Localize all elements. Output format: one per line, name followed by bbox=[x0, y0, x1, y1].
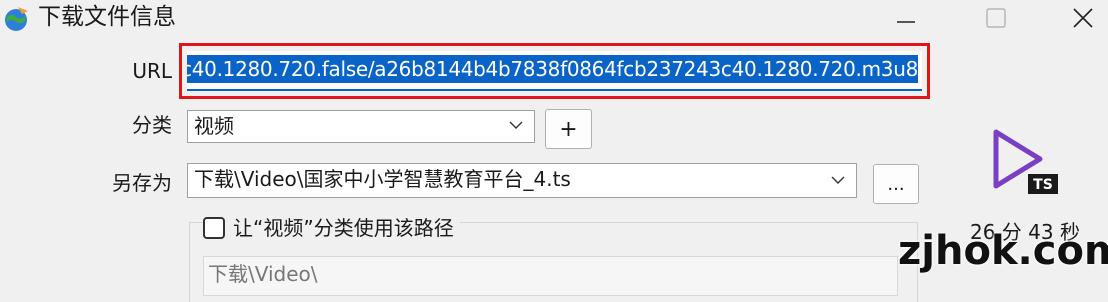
category-path-input: 下载\Video\ bbox=[203, 256, 898, 296]
window-title: 下载文件信息 bbox=[38, 4, 176, 30]
use-path-checkbox-label: 让“视频”分类使用该路径 bbox=[233, 216, 454, 240]
url-label: URL bbox=[132, 59, 172, 83]
use-path-checkbox-row[interactable]: 让“视频”分类使用该路径 bbox=[203, 214, 460, 242]
category-label: 分类 bbox=[132, 113, 172, 137]
category-select-value: 视频 bbox=[194, 114, 234, 138]
minimize-button[interactable] bbox=[876, 0, 936, 36]
close-icon bbox=[1073, 8, 1093, 28]
minimize-icon bbox=[897, 21, 915, 23]
save-as-label: 另存为 bbox=[112, 171, 172, 195]
idm-globe-icon bbox=[5, 7, 28, 31]
chevron-down-icon bbox=[509, 121, 523, 129]
category-select[interactable]: 视频 bbox=[187, 110, 535, 143]
ts-video-file-icon: TS bbox=[993, 129, 1058, 194]
site-watermark: zjhok.com bbox=[898, 228, 1108, 274]
add-category-button[interactable]: + bbox=[545, 109, 592, 149]
maximize-button[interactable] bbox=[966, 0, 1026, 36]
save-as-select[interactable]: 下载\Video\国家中小学智慧教育平台_4.ts bbox=[187, 163, 857, 198]
url-input-value: 37243c40.1280.720.false/a26b8144b4b7838f… bbox=[187, 55, 918, 83]
use-path-checkbox[interactable] bbox=[203, 217, 225, 239]
url-input[interactable]: 37243c40.1280.720.false/a26b8144b4b7838f… bbox=[187, 51, 922, 91]
close-button[interactable] bbox=[1058, 0, 1108, 36]
file-type-badge: TS bbox=[1033, 177, 1053, 193]
chevron-down-icon bbox=[831, 176, 845, 184]
maximize-icon bbox=[986, 8, 1006, 28]
save-as-select-value: 下载\Video\国家中小学智慧教育平台_4.ts bbox=[194, 167, 571, 191]
browse-button[interactable]: ... bbox=[873, 164, 919, 204]
